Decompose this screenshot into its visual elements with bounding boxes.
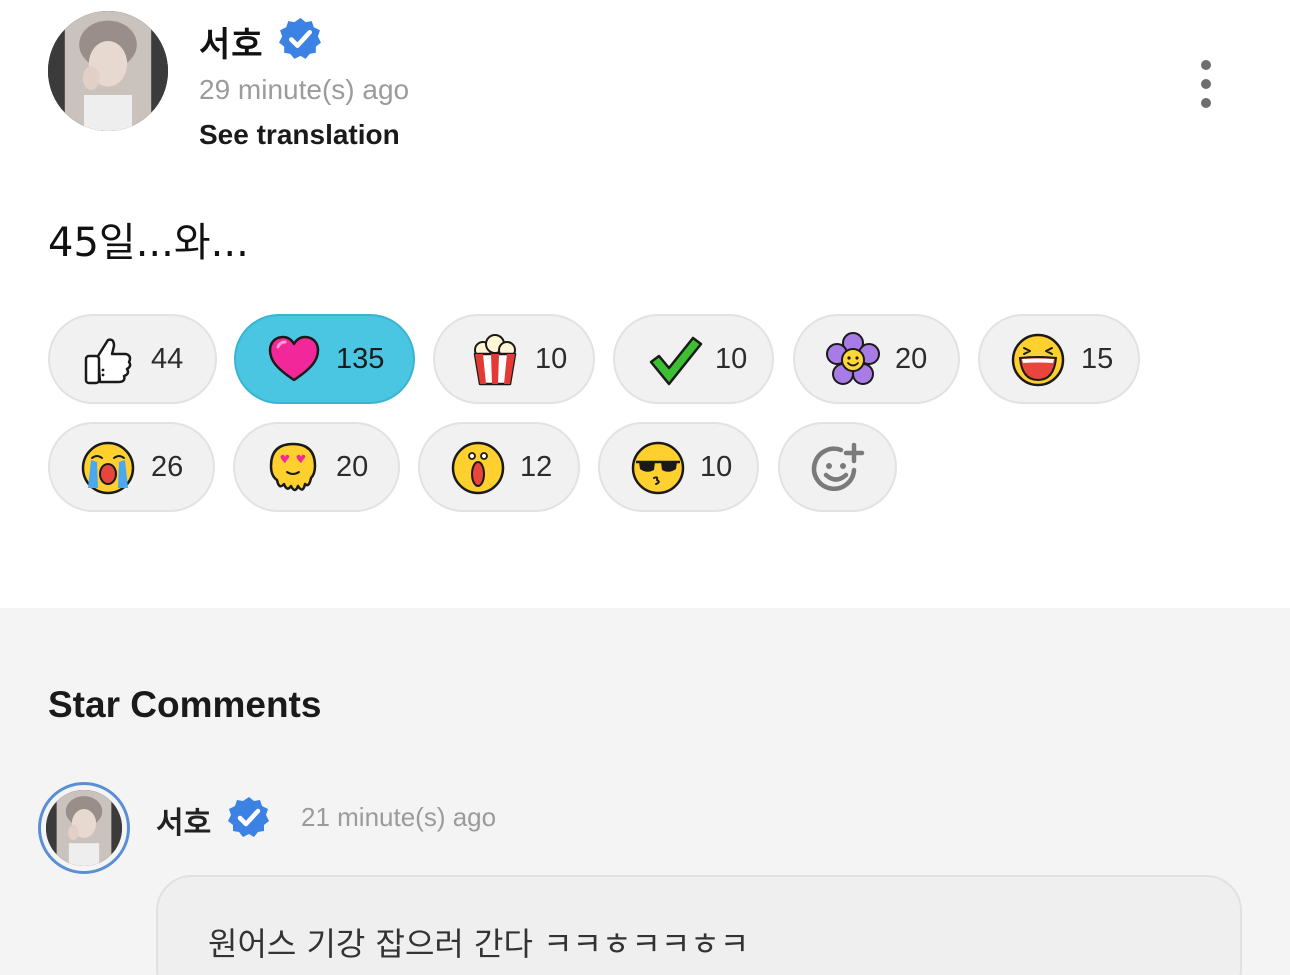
reaction-count: 15 [1081, 343, 1114, 375]
comment-author-avatar[interactable] [38, 782, 130, 874]
post-timestamp: 29 minute(s) ago [199, 74, 410, 105]
see-translation-link[interactable]: See translation [199, 119, 400, 151]
verified-badge-icon [277, 16, 323, 62]
post-card: 서호 29 minute(s) ago See translation 45일.… [0, 0, 1290, 608]
reaction-crying-face[interactable]: 26 [48, 422, 215, 512]
reaction-flower[interactable]: 20 [793, 314, 960, 404]
reaction-popcorn[interactable]: 10 [433, 314, 595, 404]
reaction-count: 10 [700, 451, 733, 483]
more-vertical-icon[interactable] [1186, 56, 1226, 112]
reaction-count: 26 [151, 451, 184, 483]
reaction-laughing-face[interactable]: 15 [978, 314, 1140, 404]
post-text: 45일...와... [48, 220, 249, 266]
checkmark-icon [647, 332, 703, 388]
reaction-count: 20 [895, 343, 928, 375]
flower-icon [825, 332, 881, 388]
reaction-count: 10 [715, 343, 748, 375]
crying-face-icon [80, 440, 136, 496]
reaction-heart[interactable]: 135 [234, 314, 415, 404]
reaction-count: 44 [151, 343, 184, 375]
melting-love-face-icon [265, 440, 321, 496]
comment-author-name[interactable]: 서호 [156, 798, 211, 842]
author-name[interactable]: 서호 [199, 17, 264, 66]
reaction-count: 10 [535, 343, 568, 375]
comment-text: 원어스 기강 잡으러 간다 ㅋㅋㅎㅋㅋㅎㅋ [208, 925, 750, 963]
comment-bubble[interactable]: 원어스 기강 잡으러 간다 ㅋㅋㅎㅋㅋㅎㅋ [156, 875, 1242, 975]
add-reaction-icon [810, 441, 866, 497]
comment-timestamp: 21 minute(s) ago [301, 802, 497, 832]
reaction-count: 12 [520, 451, 553, 483]
sunglasses-face-icon [630, 440, 686, 496]
laughing-face-icon [1010, 332, 1066, 388]
reaction-count: 135 [336, 343, 385, 375]
author-avatar[interactable] [48, 11, 168, 131]
popcorn-icon [467, 332, 523, 388]
section-title: Star Comments [48, 684, 322, 725]
reaction-sunglasses-face[interactable]: 10 [598, 422, 759, 512]
star-comments-section: Star Comments 서호 21 minute(s) ago 원어스 기강… [0, 608, 1290, 975]
reaction-shocked-face[interactable]: 12 [418, 422, 580, 512]
verified-badge-icon [226, 795, 271, 840]
reaction-thumbs-up[interactable]: 44 [48, 314, 217, 404]
reaction-checkmark[interactable]: 10 [613, 314, 774, 404]
reaction-melting-love-face[interactable]: 20 [233, 422, 400, 512]
shocked-face-icon [450, 440, 506, 496]
thumbs-up-icon [80, 332, 136, 388]
reaction-count: 20 [336, 451, 369, 483]
heart-icon [266, 332, 322, 388]
add-reaction-button[interactable] [778, 422, 897, 512]
